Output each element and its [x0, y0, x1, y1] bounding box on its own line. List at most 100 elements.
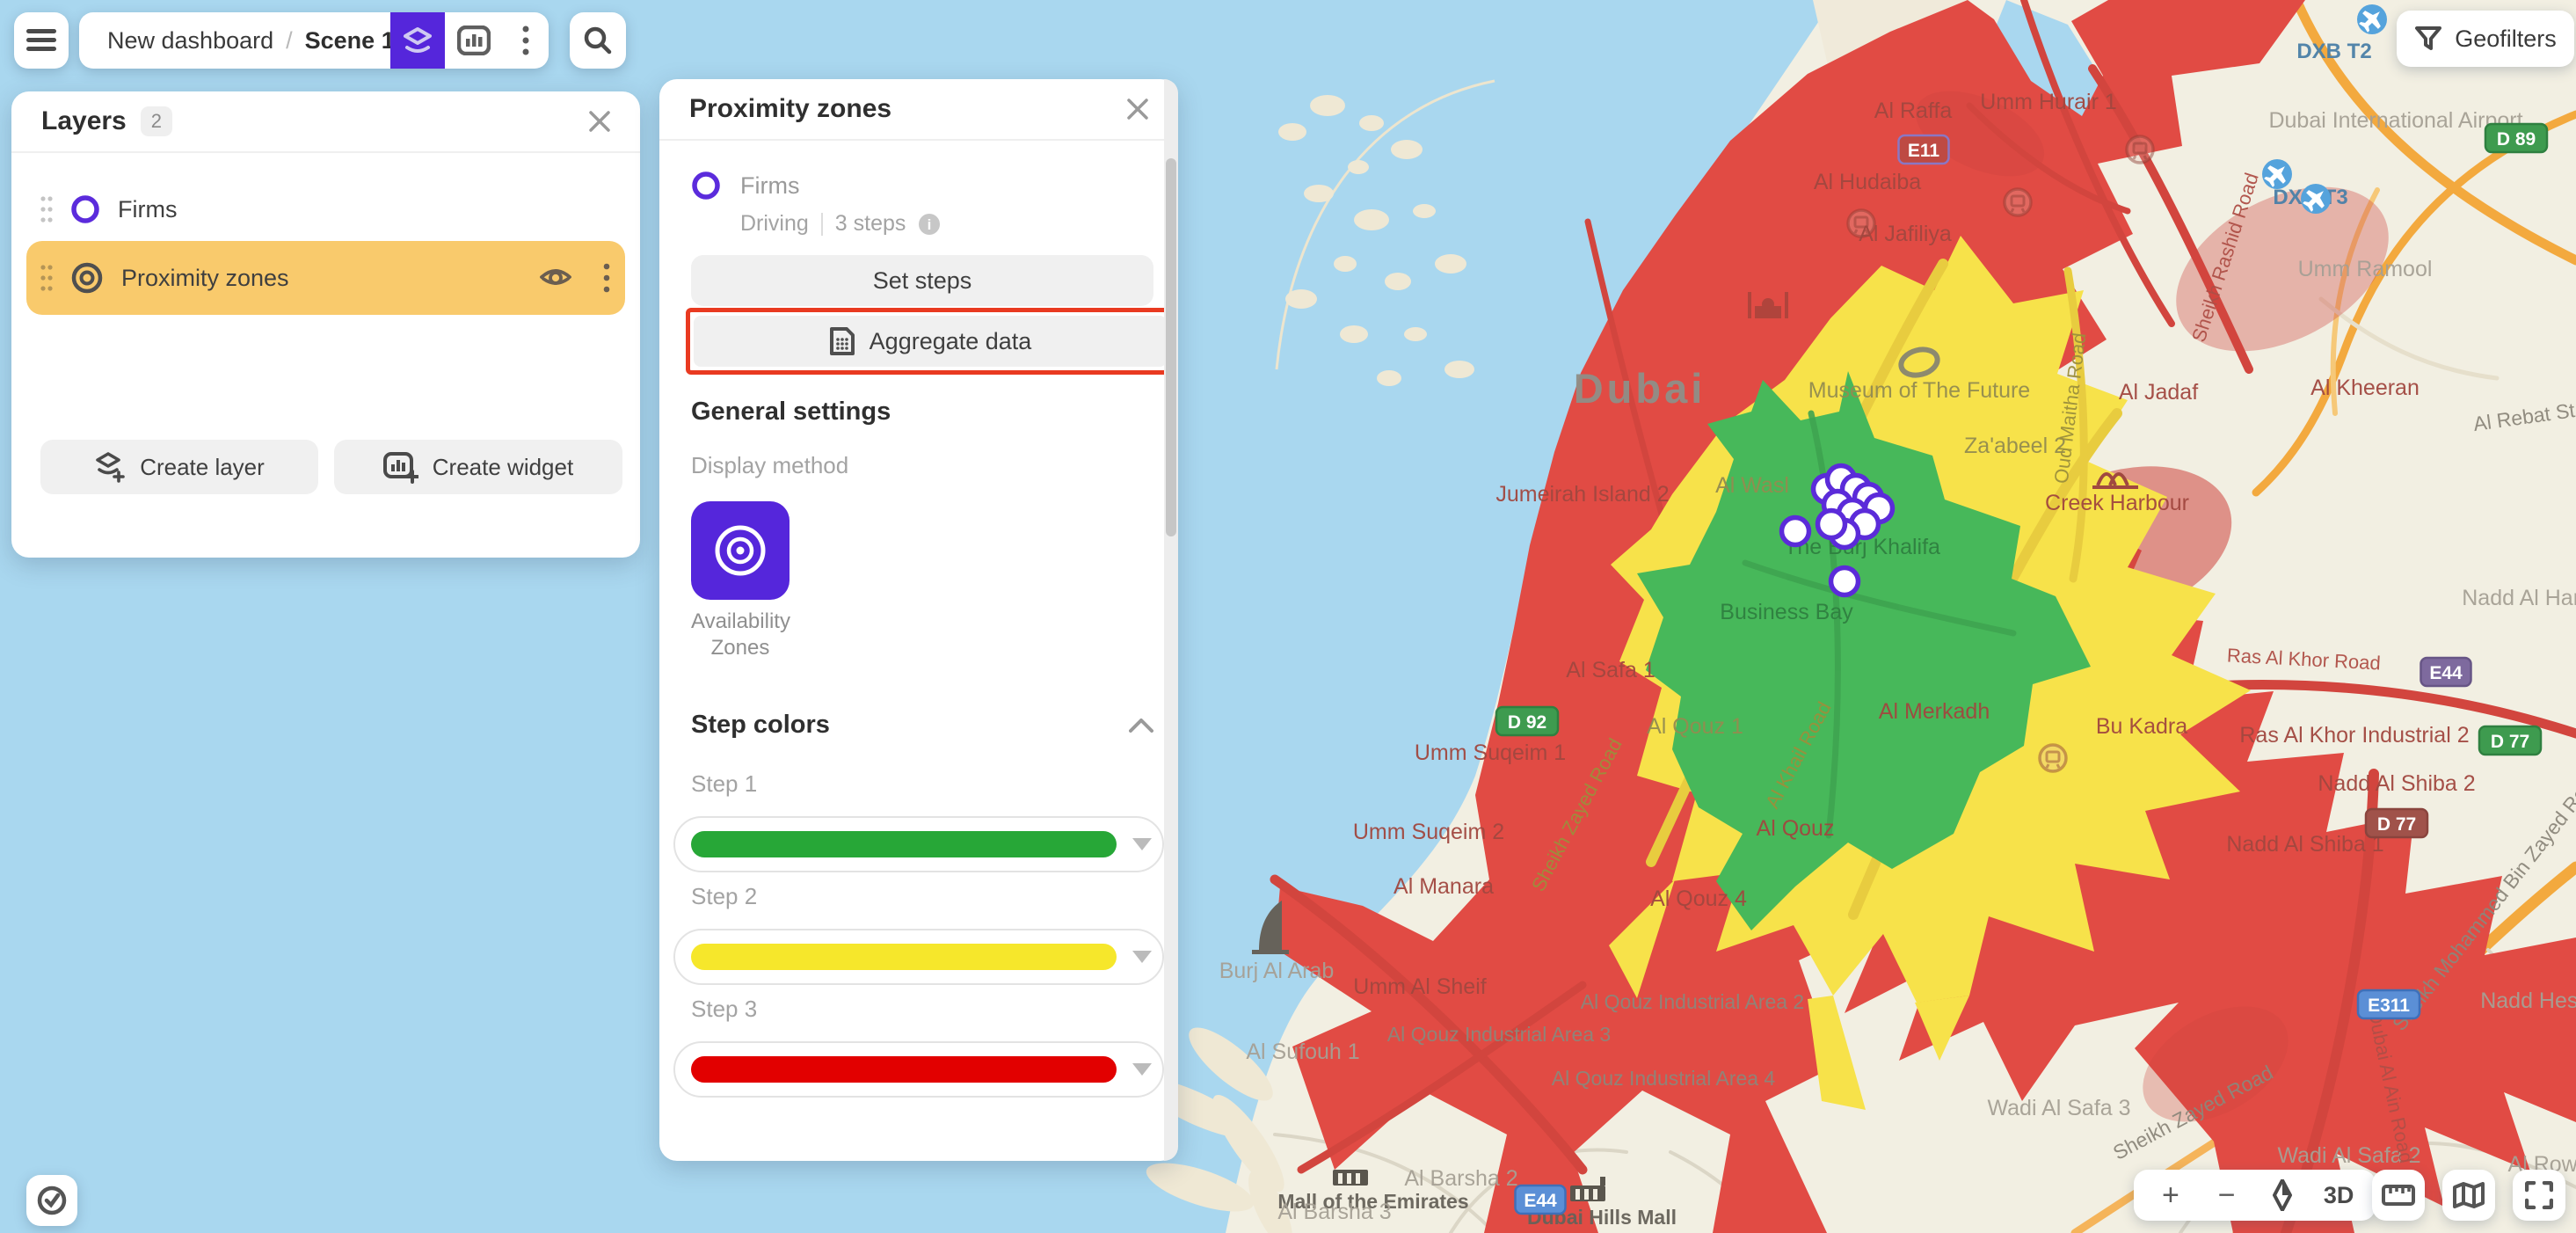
road-badge: D 92 — [1496, 707, 1558, 735]
map-label: Al Sufouh 1 — [1246, 1040, 1359, 1064]
scrollbar-thumb[interactable] — [1166, 158, 1176, 536]
road-badge: E311 — [2358, 990, 2420, 1018]
history-clock-button[interactable] — [26, 1175, 77, 1226]
clock-icon — [36, 1185, 68, 1216]
widgets-button[interactable] — [445, 12, 503, 69]
firm-marker[interactable] — [1818, 511, 1845, 538]
compass-icon — [2273, 1179, 2292, 1211]
ruler-button[interactable] — [2372, 1170, 2425, 1221]
zoom-in-button[interactable]: + — [2148, 1170, 2194, 1221]
caret-down-icon — [1132, 951, 1152, 963]
map-label: Ras Al Khor Industrial 2 — [2239, 723, 2469, 748]
ruler-icon — [2382, 1185, 2415, 1206]
aggregate-data-label: Aggregate data — [870, 328, 1032, 355]
road-badge: E11 — [1899, 135, 1949, 164]
drag-handle-icon[interactable] — [40, 264, 53, 292]
map-label: Dubai — [1574, 365, 1706, 412]
fullscreen-button[interactable] — [2513, 1170, 2565, 1221]
breadcrumb-separator: / — [286, 27, 293, 55]
map-label: Za'abeel 2 — [1964, 434, 2066, 458]
step-3-color-swatch — [691, 1056, 1117, 1083]
step-3-color-select[interactable] — [673, 1041, 1164, 1098]
svg-text:D 77: D 77 — [2377, 814, 2416, 835]
set-steps-button[interactable]: Set steps — [691, 255, 1153, 306]
mall-emirates-icon — [1333, 1170, 1368, 1186]
map-label: Al Wasl — [1715, 473, 1789, 498]
road-badge: E44 — [2421, 658, 2471, 686]
map-label: Nadd Al Shiba 1 — [2226, 832, 2383, 857]
zoom-out-button[interactable]: − — [2204, 1170, 2250, 1221]
create-layer-button[interactable]: Create layer — [40, 440, 318, 494]
geofilters-label: Geofilters — [2455, 26, 2557, 53]
step-colors-section: Step colors — [691, 711, 1153, 740]
map-label: Al Barsha 3 — [1277, 1200, 1391, 1224]
fullscreen-icon — [2525, 1181, 2553, 1209]
mode-label: Driving — [740, 211, 809, 237]
map-label: Al Merkadh — [1879, 699, 1990, 724]
svg-text:E44: E44 — [2429, 663, 2463, 683]
breadcrumb-scene[interactable]: Scene 1 — [305, 27, 395, 55]
aggregate-table-icon — [829, 326, 855, 356]
map-label: Nadd Al Shiba 2 — [2318, 771, 2475, 796]
map-label: Al Kheeran — [2310, 376, 2420, 400]
road-badge: D 89 — [2485, 124, 2547, 152]
display-method-label: Display method — [691, 452, 848, 479]
map-label: Umm Hurair 1 — [1980, 90, 2117, 114]
display-method-availability-zones[interactable] — [691, 501, 790, 600]
map-label: Jumeirah Island 2 — [1495, 482, 1669, 507]
step-2-color-swatch — [691, 944, 1117, 970]
road-badge: E44 — [1516, 1186, 1566, 1214]
map-label: Burj Al Arab — [1219, 959, 1335, 983]
layers-close-button[interactable] — [584, 106, 615, 137]
kebab-icon[interactable] — [602, 262, 611, 294]
menu-button[interactable] — [14, 12, 69, 69]
compass-button[interactable] — [2259, 1170, 2305, 1221]
map-label: Umm Suqeim 2 — [1353, 820, 1504, 844]
geofilters-button[interactable]: Geofilters — [2397, 11, 2574, 67]
availability-zones-icon — [709, 520, 771, 581]
transit-icon — [2127, 136, 2153, 163]
search-icon — [584, 26, 612, 55]
close-icon — [1126, 98, 1149, 120]
map-label: DXB T2 — [2296, 40, 2371, 63]
transit-icon — [2040, 745, 2066, 771]
step-1-color-select[interactable] — [673, 816, 1164, 872]
layer-row-firms[interactable]: Firms — [26, 176, 625, 243]
map-label: Al Qouz Industrial Area 4 — [1552, 1067, 1776, 1090]
scrollbar-track[interactable] — [1164, 79, 1178, 1161]
road-badge: D 77 — [2479, 726, 2541, 755]
svg-text:D 89: D 89 — [2497, 129, 2536, 150]
proximity-panel-header: Proximity zones — [659, 79, 1178, 139]
breadcrumb-project[interactable]: New dashboard — [107, 27, 273, 55]
search-button[interactable] — [570, 12, 626, 69]
map-label: Al Raffa — [1874, 98, 1953, 123]
drag-handle-icon[interactable] — [40, 195, 53, 223]
aggregate-data-button[interactable]: Aggregate data — [694, 316, 1167, 367]
eye-icon[interactable] — [539, 266, 572, 289]
transit-icon — [2005, 189, 2031, 215]
step-2-color-select[interactable] — [673, 929, 1164, 985]
create-widget-button[interactable]: Create widget — [334, 440, 622, 494]
3d-mode-button[interactable]: 3D — [2316, 1170, 2361, 1221]
map-label: Al Qouz 4 — [1650, 886, 1747, 911]
set-steps-label: Set steps — [873, 267, 972, 295]
chevron-up-icon[interactable] — [1129, 719, 1153, 733]
info-icon[interactable]: i — [918, 213, 941, 236]
proximity-close-button[interactable] — [1122, 93, 1153, 125]
kebab-icon — [521, 25, 530, 56]
scene-kebab-button[interactable] — [503, 12, 549, 69]
create-layer-label: Create layer — [140, 454, 265, 481]
svg-text:E44: E44 — [1524, 1191, 1557, 1211]
layers-mode-button[interactable] — [390, 12, 445, 69]
widgets-icon — [457, 26, 491, 55]
map-label: Umm Al Sheif — [1353, 974, 1486, 999]
map-label: Bu Kadra — [2096, 714, 2187, 739]
proximity-zones-panel: Proximity zones Firms Driving 3 steps i … — [659, 79, 1178, 1161]
layers-panel-title: Layers — [41, 106, 127, 136]
map-label: Al Safa 1 — [1566, 658, 1655, 682]
firm-marker[interactable] — [1831, 568, 1859, 595]
basemap-button[interactable] — [2442, 1170, 2495, 1221]
firm-marker[interactable] — [1782, 518, 1809, 545]
layer-row-proximity-zones[interactable]: Proximity zones — [26, 241, 625, 315]
general-settings-title: General settings — [691, 398, 891, 427]
